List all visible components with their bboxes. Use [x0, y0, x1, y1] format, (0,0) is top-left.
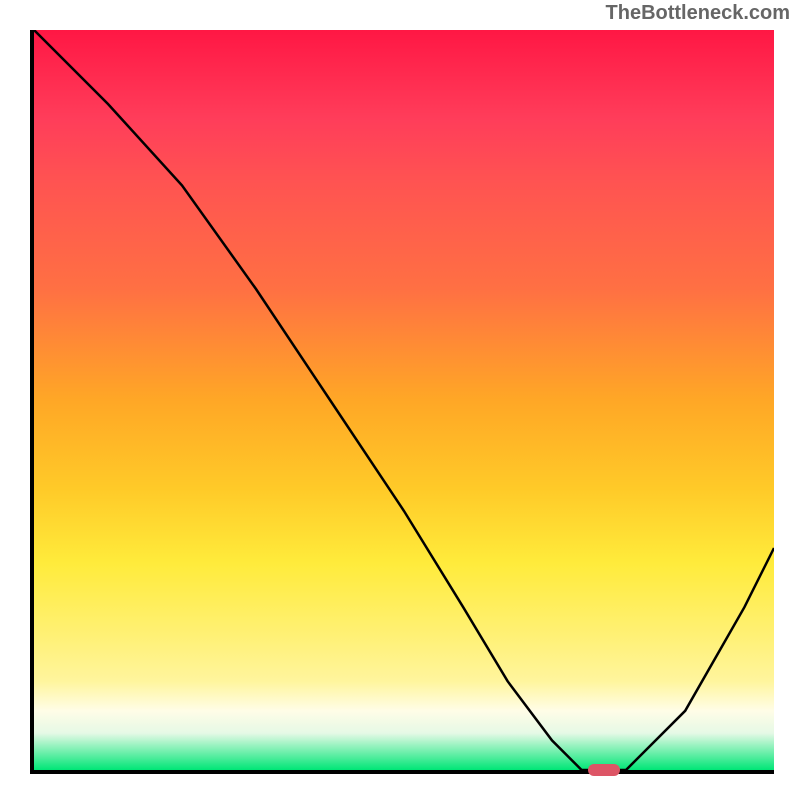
plot-area — [30, 30, 774, 774]
bottleneck-curve — [34, 30, 774, 770]
watermark-label: TheBottleneck.com — [606, 2, 790, 25]
chart-container: TheBottleneck.com — [0, 0, 800, 800]
optimal-marker — [588, 764, 620, 776]
curve-svg — [34, 30, 774, 770]
